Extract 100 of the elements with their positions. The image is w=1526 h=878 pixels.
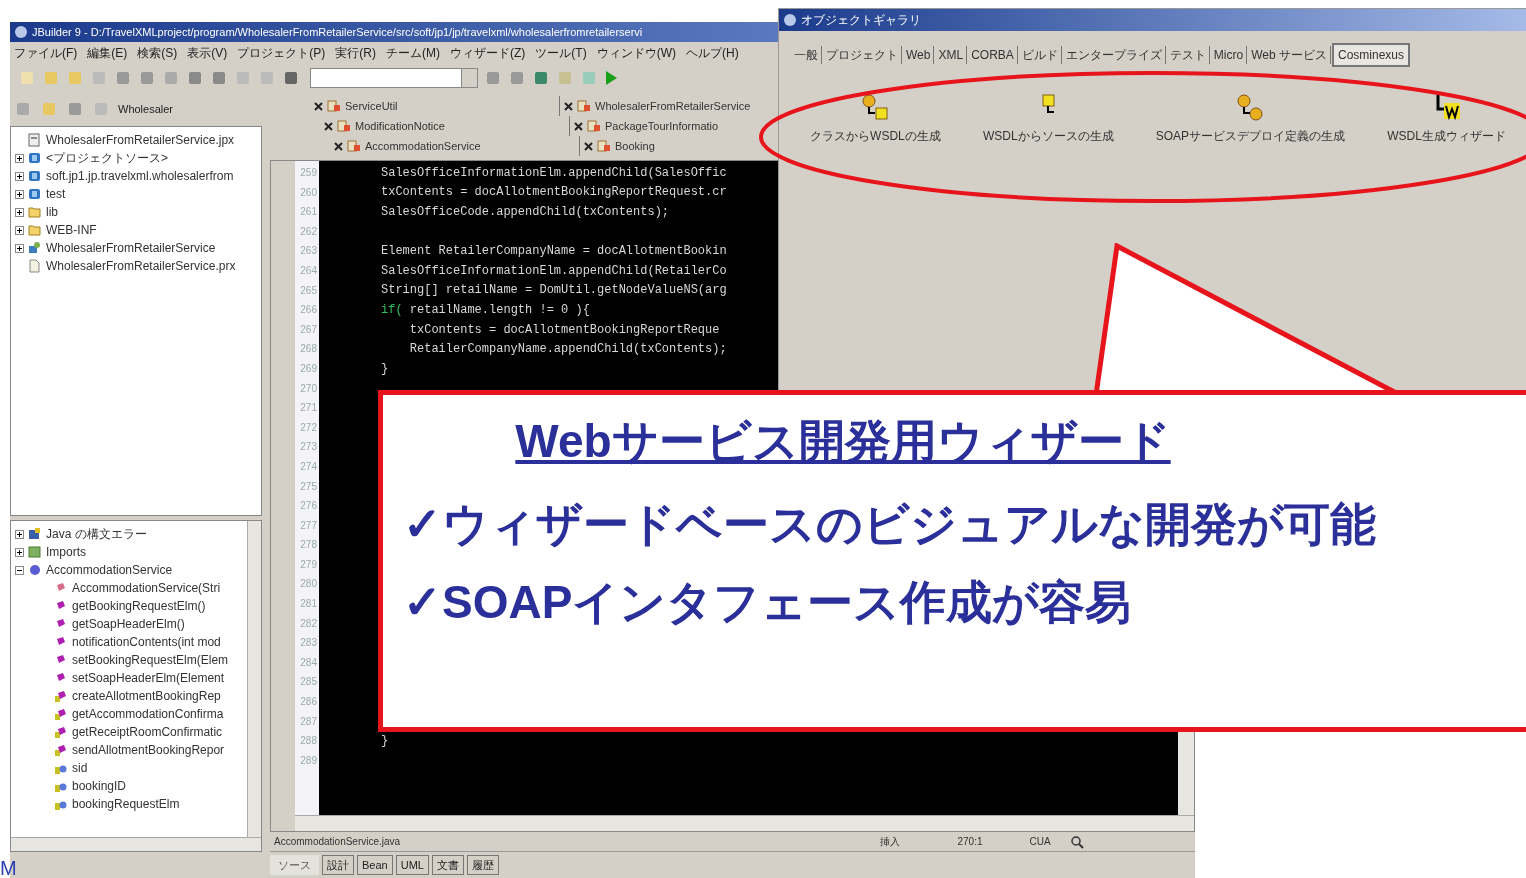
tree-item[interactable]: test [46, 185, 66, 203]
tree-item[interactable]: getAccommodationConfirma [72, 705, 224, 723]
class-file-icon [587, 119, 601, 133]
gallery-tab[interactable]: プロジェクト [823, 46, 902, 64]
tree-item[interactable]: AccommodationService(Stri [72, 579, 221, 597]
line-number: 263 [299, 244, 318, 259]
menu-item[interactable]: プロジェクト(P) [237, 44, 326, 62]
expand-icon[interactable] [15, 547, 24, 557]
view-tab[interactable]: ソース [270, 854, 319, 876]
close-icon[interactable] [574, 121, 583, 131]
line-number: 273 [299, 440, 318, 455]
menu-item[interactable]: 検索(S) [137, 44, 178, 62]
menu-item[interactable]: ウィザード(Z) [450, 44, 526, 62]
menu-item[interactable]: チーム(M) [386, 44, 440, 62]
gallery-tab[interactable]: 一般 [791, 46, 822, 64]
view-tab[interactable]: UML [395, 854, 429, 876]
gallery-tab[interactable]: CORBA [968, 46, 1018, 64]
close-icon[interactable] [334, 141, 343, 151]
line-number: 267 [299, 322, 318, 337]
menu-item[interactable]: ファイル(F) [14, 44, 78, 62]
close-icon[interactable] [324, 121, 333, 131]
code-line: Element RetailerCompanyName = docAllotmentBookin [381, 243, 727, 261]
expand-icon[interactable] [15, 225, 24, 235]
file-icon [28, 259, 42, 273]
wizard-item[interactable]: WSDL生成ウィザード [1387, 127, 1506, 145]
gallery-tab[interactable]: Micro [1210, 46, 1248, 64]
class-file-icon [577, 99, 591, 113]
tree-item[interactable]: soft.jp1.jp.travelxml.wholesalerfrom [46, 167, 234, 185]
wizard-item[interactable]: WSDLからソースの生成 [982, 127, 1114, 145]
editor-tab[interactable]: AccommodationService [330, 136, 580, 156]
line-number: 280 [299, 577, 318, 592]
line-number: 287 [299, 714, 318, 729]
gallery-tab[interactable]: テスト [1166, 46, 1210, 64]
scrollbar[interactable] [11, 837, 261, 851]
collapse-icon[interactable] [15, 565, 24, 575]
line-number: 264 [299, 263, 318, 278]
line-number: 277 [299, 518, 318, 533]
view-tab[interactable]: 設計 [322, 854, 354, 876]
view-tab[interactable]: 履歴 [466, 854, 499, 876]
tree-item[interactable]: setSoapHeaderElm(Element [72, 669, 225, 687]
tree-item[interactable]: lib [46, 203, 58, 221]
project-dropdown[interactable]: Wholesaler [118, 100, 258, 118]
tree-item[interactable]: <プロジェクトソース> [46, 149, 168, 167]
scrollbar[interactable] [247, 521, 261, 837]
gallery-tab[interactable]: Cosminexus [1332, 43, 1410, 67]
gallery-tab[interactable]: ビルド [1018, 46, 1062, 64]
line-number: 276 [299, 499, 318, 514]
tree-item[interactable]: Java の構文エラー [46, 525, 147, 543]
class-icon [28, 563, 42, 577]
view-tab[interactable]: 文書 [431, 854, 464, 876]
tree-item[interactable]: WholesalerFromRetailerService.jpx [46, 131, 235, 149]
tree-item[interactable]: createAllotmentBookingRep [72, 687, 221, 705]
menu-item[interactable]: ウィンドウ(W) [596, 44, 676, 62]
wizard-item[interactable]: SOAPサービスデプロイ定義の生成 [1155, 127, 1346, 145]
soap-deploy-icon [1235, 93, 1266, 123]
tree-item[interactable]: sid [72, 759, 88, 777]
tree-item[interactable]: getSoapHeaderElm() [72, 615, 185, 633]
private-method-icon [54, 707, 68, 721]
editor-tab[interactable]: ModificationNotice [320, 116, 570, 136]
menu-item[interactable]: 実行(R) [335, 44, 376, 62]
tree-item[interactable]: WholesalerFromRetailerService [46, 239, 216, 257]
close-icon[interactable] [314, 101, 323, 111]
tree-item[interactable]: WEB-INF [46, 221, 97, 239]
tree-item[interactable]: AccommodationService [46, 561, 173, 579]
view-tab[interactable]: Bean [357, 854, 393, 876]
zoom-icon[interactable] [1070, 834, 1084, 849]
menu-item[interactable]: 表示(V) [187, 44, 228, 62]
gallery-tab[interactable]: エンタープライズ [1062, 46, 1166, 64]
code-line: SalesOfficeInformationElm.appendChild(SalesOffic [381, 164, 727, 182]
expand-icon[interactable] [15, 207, 24, 217]
class-file-icon [597, 139, 611, 153]
search-combo[interactable] [310, 68, 478, 88]
tree-item[interactable]: sendAllotmentBookingRepor [72, 741, 225, 759]
line-number: 269 [299, 361, 318, 376]
expand-icon[interactable] [15, 529, 24, 539]
expand-icon[interactable] [15, 243, 24, 253]
run-icon[interactable] [604, 70, 618, 86]
menu-item[interactable]: 編集(E) [87, 44, 128, 62]
gallery-tab[interactable]: Web [903, 46, 935, 64]
close-icon[interactable] [564, 101, 573, 111]
expand-icon[interactable] [15, 189, 24, 199]
gallery-tab[interactable]: Web サービス [1248, 46, 1331, 64]
tree-item[interactable]: getReceiptRoomConfirmatic [72, 723, 223, 741]
close-icon[interactable] [584, 141, 593, 151]
line-number: 259 [299, 166, 318, 180]
status-keymap: CUA [1028, 835, 1052, 849]
tree-item[interactable]: notificationContents(int mod [72, 633, 221, 651]
expand-icon[interactable] [15, 171, 24, 181]
tree-item[interactable]: setBookingRequestElm(Elem [72, 651, 229, 669]
tree-item[interactable]: Imports [46, 543, 86, 561]
editor-tab[interactable]: ServiceUtil [310, 96, 560, 116]
menu-item[interactable]: ツール(T) [535, 44, 587, 62]
tree-item[interactable]: WholesalerFromRetailerService.prx [46, 257, 236, 275]
menu-item[interactable]: ヘルプ(H) [686, 44, 739, 62]
gallery-tab[interactable]: XML [935, 46, 968, 64]
tree-item[interactable]: bookingID [72, 777, 127, 795]
scrollbar[interactable] [295, 815, 1194, 831]
tree-item[interactable]: bookingRequestElm [72, 795, 180, 813]
tree-item[interactable]: getBookingRequestElm() [72, 597, 206, 615]
expand-icon[interactable] [15, 153, 24, 163]
